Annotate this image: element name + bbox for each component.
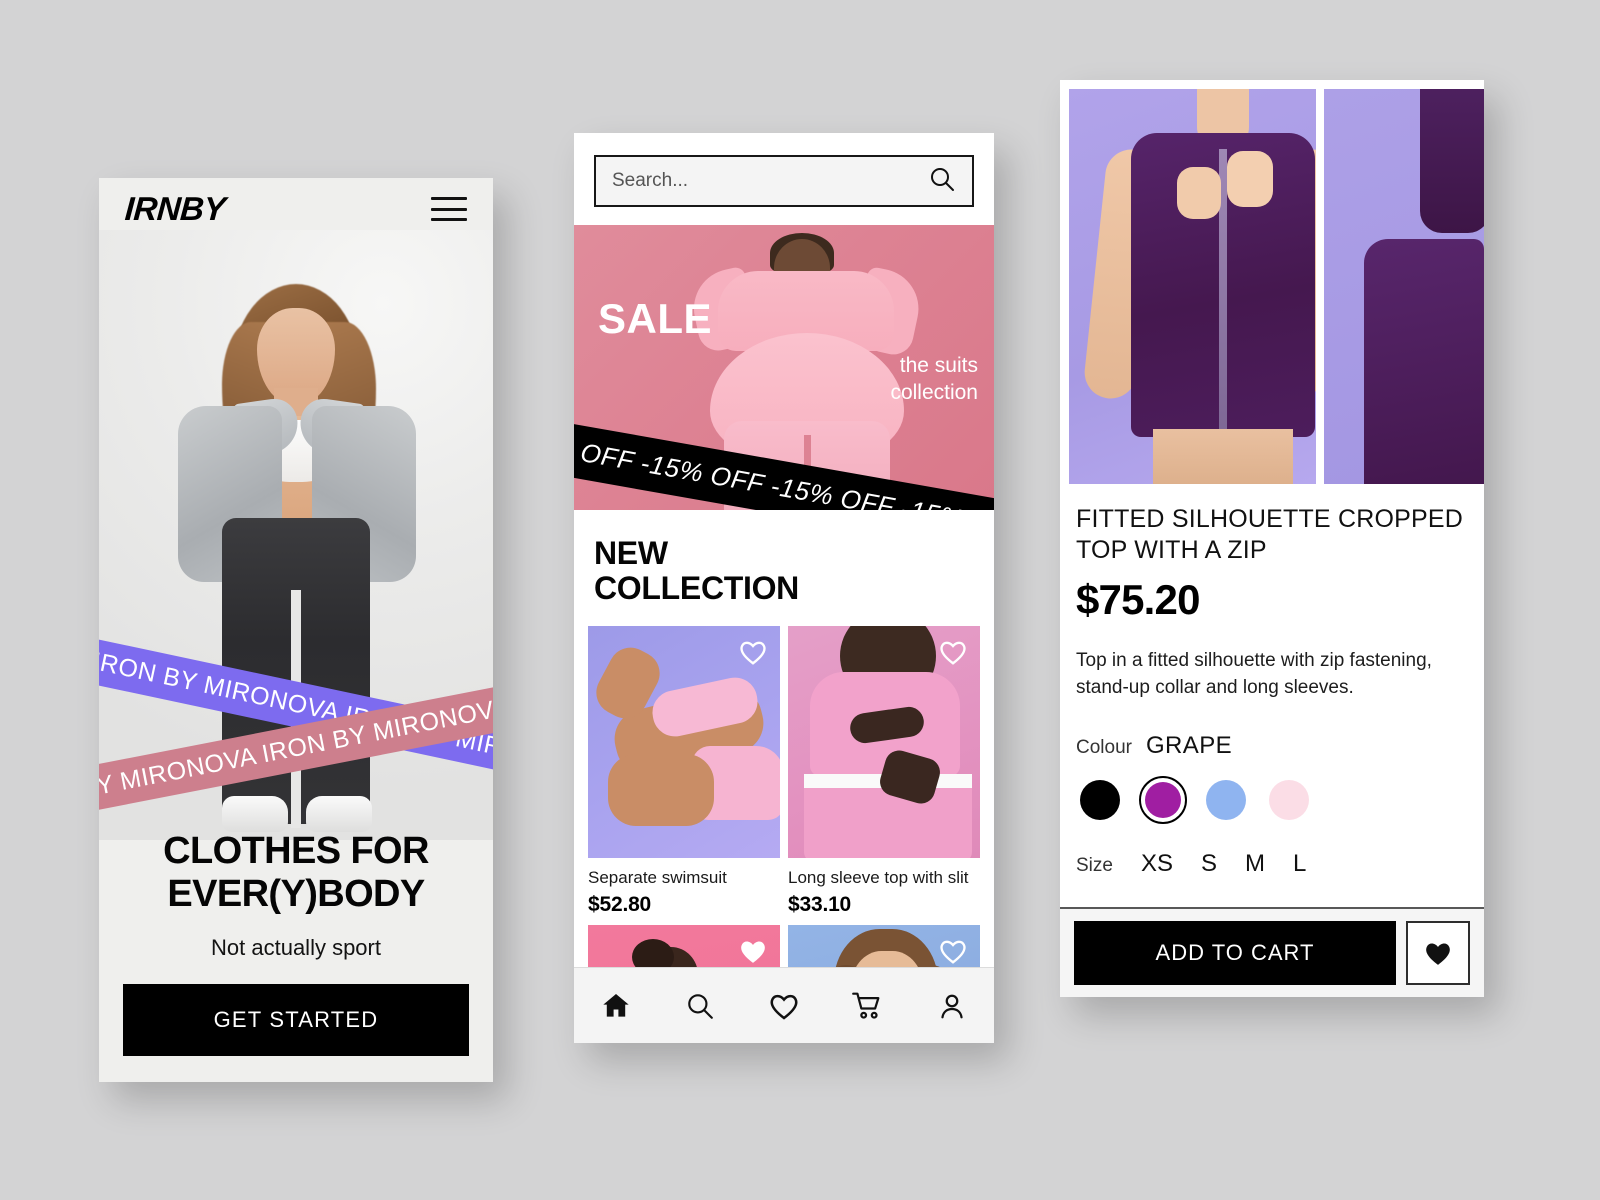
colour-swatch-blue[interactable] [1202,776,1250,824]
product-price: $75.20 [1076,576,1200,623]
nav-item-favorites[interactable] [757,979,811,1033]
product-detail-screen: FITTED SILHOUETTE CROPPED TOP WITH A ZIP… [1060,80,1484,997]
colour-swatch-pale-pink[interactable] [1265,776,1313,824]
page-title-line2: EVER(Y)BODY [167,872,425,915]
nav-item-home[interactable] [589,979,643,1033]
onboarding-screen: IRNBY VA IRON BY MIRONOVA IRON BY MIRONO… [99,178,493,1082]
get-started-wrap: GET STARTED [123,984,469,1056]
collection-caption-line2: collection [890,380,978,404]
search-icon[interactable] [928,165,956,198]
size-selector: Size XS S M L [1076,850,1468,878]
screen: IRNBY VA IRON BY MIRONOVA IRON BY MIRONO… [0,0,1600,1200]
hero-image: VA IRON BY MIRONOVA IRON BY MIRONOVA IRO… [99,230,493,840]
product-price: $52.80 [588,893,652,917]
product-card[interactable]: Long sleeve top with slit $33.10 [788,626,980,917]
size-option-xs[interactable]: XS [1141,850,1173,878]
size-label: Size [1076,854,1113,876]
favorite-button[interactable] [1406,921,1470,985]
product-gallery-image-main[interactable] [1069,89,1316,484]
product-image[interactable] [588,626,780,859]
favorite-icon[interactable] [938,937,968,967]
get-started-button[interactable]: GET STARTED [123,984,469,1056]
product-name: Long sleeve top with slit [788,868,969,888]
colour-swatch-black[interactable] [1076,776,1124,824]
hamburger-icon[interactable] [431,197,467,221]
product-actions: ADD TO CART [1060,907,1484,997]
sale-label: SALE [598,295,713,342]
product-gallery[interactable] [1060,80,1484,484]
size-option-s[interactable]: S [1201,850,1217,878]
nav-item-account[interactable] [925,979,979,1033]
size-option-m[interactable]: M [1245,850,1265,878]
product-info: FITTED SILHOUETTE CROPPED TOP WITH A ZIP… [1060,484,1484,878]
search-bar [574,133,994,225]
favorite-icon[interactable] [938,638,968,668]
bottom-navigation [574,967,994,1043]
product-title: FITTED SILHOUETTE CROPPED TOP WITH A ZIP [1076,505,1463,564]
search-field[interactable] [594,155,974,207]
add-to-cart-button[interactable]: ADD TO CART [1074,921,1396,985]
colour-label: Colour [1076,736,1132,758]
product-image[interactable] [788,626,980,859]
sale-banner[interactable]: SALE the suits collection % OFF -15% OFF… [574,225,994,510]
product-gallery-image-secondary[interactable] [1324,89,1484,484]
page-subtitle: Not actually sport [211,935,381,961]
colour-swatches [1076,775,1468,824]
size-option-l[interactable]: L [1293,850,1306,878]
colour-swatch-grape[interactable] [1139,775,1187,824]
heart-filled-icon [1426,943,1450,965]
product-price: $33.10 [788,893,852,917]
colour-row: Colour GRAPE [1076,732,1468,760]
colour-value: GRAPE [1145,731,1233,759]
page-title-line1: CLOTHES FOR [163,830,429,872]
favorite-icon[interactable] [738,638,768,668]
brand-logo: IRNBY [123,190,227,227]
product-card[interactable]: Separate swimsuit $52.80 [588,626,780,917]
nav-item-search[interactable] [673,979,727,1033]
nav-item-cart[interactable] [841,979,895,1033]
product-description: Top in a fitted silhouette with zip fast… [1076,650,1432,698]
hero-copy: CLOTHES FOR EVER(Y)BODY Not actually spo… [99,830,493,961]
favorite-icon[interactable] [738,937,768,967]
catalog-screen: SALE the suits collection % OFF -15% OFF… [574,133,994,1043]
section-title-line2: COLLECTION [594,570,799,607]
collection-caption: the suits collection [890,353,978,407]
product-name: Separate swimsuit [588,868,727,888]
section-title-line1: NEW [594,535,668,571]
section-title: NEW COLLECTION [574,510,994,627]
collection-caption-line1: the suits [899,354,978,377]
search-input[interactable] [612,170,918,192]
